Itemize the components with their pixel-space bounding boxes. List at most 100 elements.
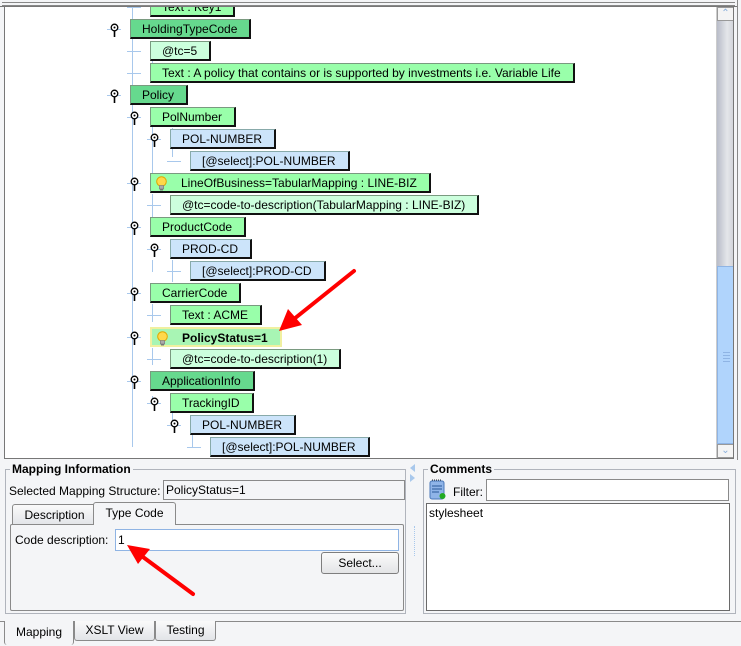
- tree-node[interactable]: LineOfBusiness=TabularMapping : LINE-BIZ: [150, 173, 431, 193]
- tab-type-code[interactable]: Type Code: [93, 502, 176, 525]
- lightbulb-icon: [157, 331, 168, 346]
- tree-node-label: ApplicationInfo: [162, 374, 241, 388]
- tree-node-label: POL-NUMBER: [182, 132, 263, 146]
- grip-line: [723, 354, 730, 356]
- selected-structure-field: PolicyStatus=1: [163, 480, 405, 500]
- expand-toggle-icon[interactable]: [130, 287, 139, 301]
- expand-toggle-icon[interactable]: [170, 419, 179, 433]
- tree-node[interactable]: [@select]:POL-NUMBER: [190, 151, 350, 171]
- notepad-icon[interactable]: [429, 478, 446, 500]
- tree-node[interactable]: [@select]:PROD-CD: [190, 261, 326, 281]
- filter-input[interactable]: [486, 479, 729, 501]
- tree-node-label: PolNumber: [162, 110, 223, 124]
- tree-node[interactable]: ApplicationInfo: [150, 371, 255, 391]
- tree-node[interactable]: CarrierCode: [150, 283, 242, 303]
- mapping-information-title: Mapping Information: [10, 462, 133, 476]
- tree-node-label: @tc=5: [162, 44, 198, 58]
- tree-node-label: ProductCode: [162, 220, 233, 234]
- tab-testing[interactable]: Testing: [155, 621, 216, 641]
- panel-divider: [737, 0, 739, 460]
- tree-node[interactable]: [@select]:POL-NUMBER: [210, 437, 370, 457]
- scroll-down-button[interactable]: ⌄: [717, 444, 733, 458]
- tree-node[interactable]: Text : ACME: [170, 305, 263, 325]
- tree-node-label: Text : A policy that contains or is supp…: [162, 66, 561, 80]
- tree-node-selected[interactable]: PolicyStatus=1: [150, 327, 282, 347]
- tree-node-label: @tc=code-to-description(1): [182, 352, 328, 366]
- tree-node-label: [@select]:POL-NUMBER: [202, 154, 336, 168]
- tree-node-label: PolicyStatus=1: [182, 331, 268, 345]
- tree-node-label: @tc=code-to-description(TabularMapping :…: [182, 198, 466, 212]
- tree-node[interactable]: @tc=code-to-description(TabularMapping :…: [170, 195, 480, 215]
- scroll-thumb[interactable]: [717, 266, 733, 444]
- tree-node[interactable]: Text : Key1: [150, 7, 236, 17]
- mapping-tree[interactable]: Text : Key1 HoldingTypeCode @tc=5 Text : A …: [4, 7, 734, 459]
- tree-node[interactable]: HoldingTypeCode: [130, 19, 252, 39]
- tree-node-label: [@select]:POL-NUMBER: [222, 440, 356, 454]
- scroll-up-button[interactable]: ⌃: [717, 7, 733, 21]
- tree-node[interactable]: @tc=code-to-description(1): [170, 349, 342, 369]
- code-description-input[interactable]: [115, 529, 399, 551]
- tree-node-label: Text : Key1: [162, 7, 222, 14]
- comments-list[interactable]: stylesheet: [426, 503, 730, 611]
- expand-toggle-icon[interactable]: [130, 331, 139, 345]
- type-code-panel: Code description: Select...: [10, 524, 404, 611]
- expand-toggle-icon[interactable]: [110, 89, 119, 103]
- tree-node[interactable]: Policy: [130, 85, 189, 105]
- scroll-track[interactable]: [717, 21, 733, 444]
- tree-connector: [187, 447, 201, 448]
- selected-structure-label: Selected Mapping Structure:: [9, 484, 161, 498]
- tab-description[interactable]: Description: [12, 504, 97, 525]
- tree-node[interactable]: ProductCode: [150, 217, 247, 237]
- expand-toggle-icon[interactable]: [130, 177, 139, 191]
- mapping-information-group: Mapping Information Selected Mapping Str…: [5, 462, 406, 614]
- tree-node-label: Policy: [142, 88, 175, 102]
- tree-node-label: TrackingID: [182, 396, 240, 410]
- tree-node-label: LineOfBusiness=TabularMapping : LINE-BIZ: [181, 176, 417, 190]
- grip-line: [723, 351, 730, 353]
- tree-connector: [127, 51, 141, 52]
- collapse-right-icon[interactable]: [410, 474, 415, 482]
- expand-toggle-icon[interactable]: [150, 397, 159, 411]
- tree-node[interactable]: POL-NUMBER: [170, 129, 277, 149]
- tree-node[interactable]: PolNumber: [150, 107, 237, 127]
- tree-connector: [152, 260, 153, 272]
- splitter-grip: [414, 526, 415, 556]
- splitter-handle[interactable]: [408, 462, 420, 622]
- tree-connector: [152, 348, 153, 365]
- expand-toggle-icon[interactable]: [150, 243, 159, 257]
- tree-connector: [127, 7, 141, 8]
- select-button[interactable]: Select...: [321, 552, 399, 574]
- tree-node-label: CarrierCode: [162, 286, 228, 300]
- vertical-scrollbar[interactable]: ⌃ ⌄: [716, 7, 733, 458]
- tree-node-label: POL-NUMBER: [202, 418, 283, 432]
- comments-title: Comments: [428, 462, 495, 476]
- tree-node-label: Text : ACME: [182, 308, 249, 322]
- comments-group: Comments Filter: stylesheet: [423, 462, 736, 614]
- expand-toggle-icon[interactable]: [130, 375, 139, 389]
- expand-toggle-icon[interactable]: [130, 221, 139, 235]
- tab-mapping[interactable]: Mapping: [4, 621, 74, 645]
- tree-node-label: [@select]:PROD-CD: [202, 264, 312, 278]
- grip-line: [723, 357, 730, 359]
- tree-connector: [147, 205, 161, 206]
- tree-node[interactable]: TrackingID: [170, 393, 254, 413]
- tree-connector: [167, 271, 181, 272]
- tree-node[interactable]: POL-NUMBER: [190, 415, 297, 435]
- tree-connector: [127, 73, 141, 74]
- tree-connector: [147, 315, 161, 316]
- collapse-left-icon[interactable]: [410, 464, 415, 472]
- tree-node[interactable]: PROD-CD: [170, 239, 252, 259]
- expand-toggle-icon[interactable]: [130, 111, 139, 125]
- tree-node-label: HoldingTypeCode: [142, 22, 238, 36]
- code-description-label: Code description:: [15, 533, 109, 547]
- lightbulb-icon: [156, 176, 167, 191]
- tree-node[interactable]: Text : A policy that contains or is supp…: [150, 63, 575, 83]
- expand-toggle-icon[interactable]: [110, 23, 119, 37]
- tree-connector: [152, 304, 153, 322]
- tree-connector: [167, 161, 181, 162]
- tab-xslt-view[interactable]: XSLT View: [74, 621, 155, 641]
- grip-line: [723, 360, 730, 362]
- expand-toggle-icon[interactable]: [150, 133, 159, 147]
- comment-item[interactable]: stylesheet: [427, 504, 729, 522]
- tree-node[interactable]: @tc=5: [150, 41, 212, 61]
